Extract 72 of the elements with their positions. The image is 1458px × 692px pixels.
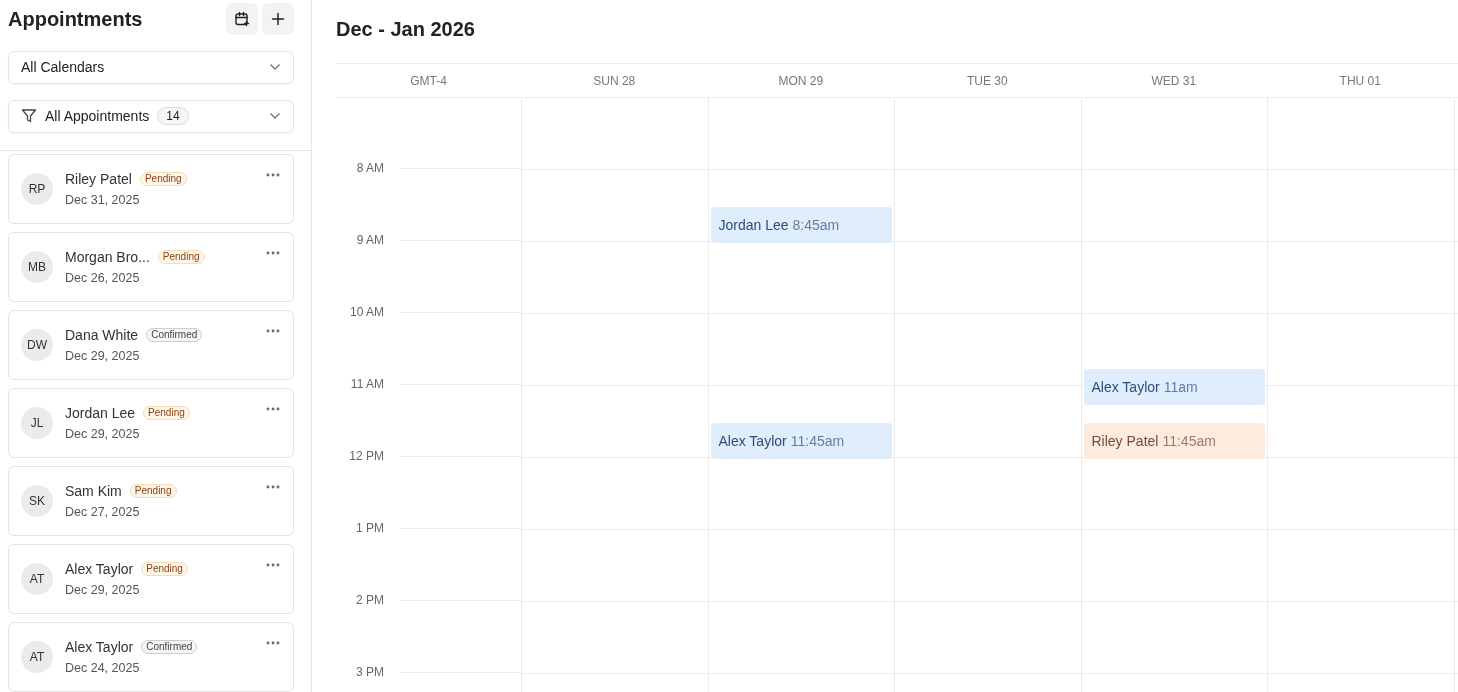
status-badge: Pending bbox=[141, 562, 188, 576]
day-header: SUN 28 bbox=[593, 73, 636, 88]
appointment-date: Dec 24, 2025 bbox=[65, 661, 141, 675]
appointment-date: Dec 29, 2025 bbox=[65, 583, 141, 597]
day-header: THU 01 bbox=[1339, 73, 1381, 88]
more-icon[interactable] bbox=[266, 173, 280, 177]
appointment-filter-select[interactable]: All Appointments 14 bbox=[8, 99, 294, 133]
sidebar-title: Appointments bbox=[8, 7, 143, 31]
status-badge: Pending bbox=[143, 406, 190, 420]
more-icon[interactable] bbox=[266, 485, 280, 489]
hour-label: 12 PM bbox=[349, 449, 384, 463]
timezone-label: GMT-4 bbox=[410, 73, 447, 88]
appointment-date: Dec 29, 2025 bbox=[65, 427, 141, 441]
avatar: MB bbox=[21, 251, 53, 283]
client-name: Morgan Bro... bbox=[65, 249, 150, 265]
avatar: AT bbox=[21, 563, 53, 595]
client-name: Alex Taylor bbox=[65, 561, 134, 577]
hour-label: 1 PM bbox=[356, 521, 384, 535]
more-icon[interactable] bbox=[266, 641, 280, 645]
appointment-card[interactable]: RP Riley Patel Pending Dec 31, 2025 bbox=[8, 154, 294, 224]
more-icon[interactable] bbox=[266, 407, 280, 411]
appointment-date: Dec 27, 2025 bbox=[65, 505, 141, 519]
add-button[interactable] bbox=[262, 3, 294, 36]
hour-label: 3 PM bbox=[356, 665, 384, 679]
day-header: TUE 30 bbox=[966, 73, 1008, 88]
client-name: Dana White bbox=[65, 327, 139, 343]
hour-label: 8 AM bbox=[356, 161, 384, 175]
filter-icon bbox=[21, 108, 37, 125]
avatar: SK bbox=[21, 485, 53, 517]
appointment-date: Dec 29, 2025 bbox=[65, 349, 141, 363]
client-name: Riley Patel bbox=[65, 171, 132, 187]
calendar-event[interactable]: Jordan Lee 8:45am bbox=[710, 207, 892, 243]
calendar-plus-icon bbox=[234, 11, 250, 28]
more-icon[interactable] bbox=[266, 329, 280, 333]
appointment-card[interactable]: JL Jordan Lee Pending Dec 29, 2025 bbox=[8, 388, 294, 458]
hour-label: 10 AM bbox=[349, 305, 384, 319]
client-name: Jordan Lee bbox=[65, 405, 136, 421]
chevron-down-icon bbox=[269, 63, 281, 72]
avatar: JL bbox=[21, 407, 53, 439]
client-name: Sam Kim bbox=[65, 483, 122, 499]
avatar: AT bbox=[21, 641, 53, 673]
calendar-select[interactable]: All Calendars bbox=[8, 50, 294, 84]
status-badge: Pending bbox=[139, 172, 187, 186]
hour-label: 2 PM bbox=[356, 593, 384, 607]
chevron-down-icon bbox=[269, 112, 281, 121]
plus-icon bbox=[271, 12, 285, 27]
status-badge: Confirmed bbox=[141, 640, 198, 654]
add-calendar-button[interactable] bbox=[226, 3, 258, 36]
appointment-card[interactable]: MB Morgan Bro... Pending Dec 26, 2025 bbox=[8, 232, 294, 302]
day-header: WED 31 bbox=[1151, 73, 1197, 88]
client-name: Alex Taylor bbox=[65, 639, 134, 655]
calendar-title: Dec - Jan 2026 bbox=[336, 17, 476, 42]
appointment-card[interactable]: SK Sam Kim Pending Dec 27, 2025 bbox=[8, 466, 294, 536]
calendar-event[interactable]: Alex Taylor 11am bbox=[1083, 369, 1265, 405]
appointment-card[interactable]: DW Dana White Confirmed Dec 29, 2025 bbox=[8, 310, 294, 380]
hour-label: 11 AM bbox=[350, 377, 384, 391]
status-badge: Confirmed bbox=[146, 328, 203, 342]
calendar-event[interactable]: Riley Patel 11:45am bbox=[1083, 423, 1265, 459]
appointment-date: Dec 26, 2025 bbox=[65, 271, 141, 285]
avatar: DW bbox=[21, 329, 53, 361]
appointment-card[interactable]: AT Alex Taylor Pending Dec 29, 2025 bbox=[8, 544, 294, 614]
count-badge: 14 bbox=[157, 107, 189, 126]
more-icon[interactable] bbox=[266, 563, 280, 567]
status-badge: Pending bbox=[129, 484, 177, 498]
appointment-card[interactable]: AT Alex Taylor Confirmed Dec 24, 2025 bbox=[8, 622, 294, 692]
more-icon[interactable] bbox=[266, 251, 280, 255]
appointment-date: Dec 31, 2025 bbox=[65, 193, 141, 207]
status-badge: Pending bbox=[157, 250, 205, 264]
calendar-event[interactable]: Alex Taylor 11:45am bbox=[710, 423, 892, 459]
hour-label: 9 AM bbox=[356, 233, 384, 247]
day-header: MON 29 bbox=[778, 73, 824, 88]
avatar: RP bbox=[21, 173, 53, 205]
